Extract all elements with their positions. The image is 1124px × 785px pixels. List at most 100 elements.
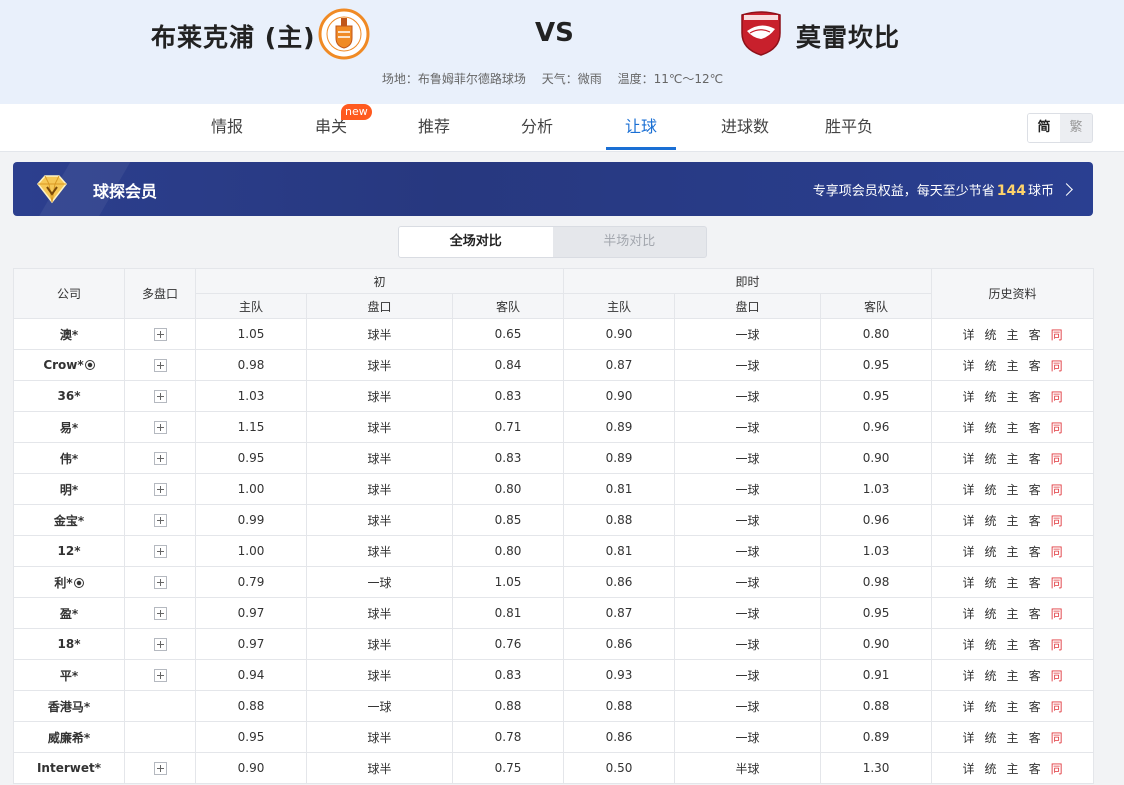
history-home-link[interactable]: 主 <box>1007 481 1019 498</box>
lang-simplified-button[interactable]: 简 <box>1028 114 1060 142</box>
company-name[interactable]: Crow* <box>43 358 83 372</box>
history-stats-link[interactable]: 统 <box>985 326 997 343</box>
history-away-link[interactable]: 客 <box>1029 543 1041 560</box>
history-same-link[interactable]: 同 <box>1051 388 1063 405</box>
history-stats-link[interactable]: 统 <box>985 450 997 467</box>
expand-plus-icon[interactable] <box>153 452 167 465</box>
history-away-link[interactable]: 客 <box>1029 326 1041 343</box>
history-same-link[interactable]: 同 <box>1051 357 1063 374</box>
history-detail-link[interactable]: 详 <box>963 326 975 343</box>
history-detail-link[interactable]: 详 <box>963 543 975 560</box>
tab-goals[interactable]: 进球数 <box>714 104 776 152</box>
history-away-link[interactable]: 客 <box>1029 512 1041 529</box>
history-stats-link[interactable]: 统 <box>985 419 997 436</box>
company-name[interactable]: 香港马* <box>48 700 90 714</box>
company-name[interactable]: 威廉希* <box>48 731 90 745</box>
member-banner[interactable]: 球探会员 专享项会员权益，每天至少节省 144 球币 <box>13 162 1093 216</box>
history-same-link[interactable]: 同 <box>1051 574 1063 591</box>
home-team-name[interactable]: 布莱克浦 (主) <box>151 18 316 54</box>
history-away-link[interactable]: 客 <box>1029 481 1041 498</box>
history-stats-link[interactable]: 统 <box>985 543 997 560</box>
history-stats-link[interactable]: 统 <box>985 667 997 684</box>
company-name[interactable]: 盈* <box>60 607 78 621</box>
history-away-link[interactable]: 客 <box>1029 450 1041 467</box>
history-detail-link[interactable]: 详 <box>963 667 975 684</box>
history-stats-link[interactable]: 统 <box>985 512 997 529</box>
away-team-name[interactable]: 莫雷坎比 <box>796 18 900 54</box>
history-same-link[interactable]: 同 <box>1051 605 1063 622</box>
history-same-link[interactable]: 同 <box>1051 667 1063 684</box>
history-detail-link[interactable]: 详 <box>963 357 975 374</box>
history-same-link[interactable]: 同 <box>1051 636 1063 653</box>
history-detail-link[interactable]: 详 <box>963 512 975 529</box>
company-name[interactable]: Interwet* <box>37 761 101 775</box>
history-home-link[interactable]: 主 <box>1007 760 1019 777</box>
company-name[interactable]: 平* <box>60 669 78 683</box>
company-name[interactable]: 明* <box>60 483 78 497</box>
history-detail-link[interactable]: 详 <box>963 574 975 591</box>
history-detail-link[interactable]: 详 <box>963 605 975 622</box>
tab-1x2[interactable]: 胜平负 <box>818 104 880 152</box>
expand-plus-icon[interactable] <box>153 421 167 434</box>
history-home-link[interactable]: 主 <box>1007 543 1019 560</box>
tab-recommend[interactable]: 推荐 <box>411 104 457 152</box>
expand-plus-icon[interactable] <box>153 638 167 651</box>
history-same-link[interactable]: 同 <box>1051 543 1063 560</box>
company-name[interactable]: 澳* <box>60 328 78 342</box>
history-same-link[interactable]: 同 <box>1051 729 1063 746</box>
tab-analysis[interactable]: 分析 <box>514 104 560 152</box>
history-home-link[interactable]: 主 <box>1007 326 1019 343</box>
history-detail-link[interactable]: 详 <box>963 450 975 467</box>
history-away-link[interactable]: 客 <box>1029 698 1041 715</box>
expand-plus-icon[interactable] <box>153 483 167 496</box>
history-same-link[interactable]: 同 <box>1051 326 1063 343</box>
history-stats-link[interactable]: 统 <box>985 636 997 653</box>
company-name[interactable]: 12* <box>58 544 81 558</box>
expand-plus-icon[interactable] <box>153 762 167 775</box>
company-name[interactable]: 伟* <box>60 452 78 466</box>
company-name[interactable]: 利* <box>54 576 72 590</box>
history-stats-link[interactable]: 统 <box>985 698 997 715</box>
history-detail-link[interactable]: 详 <box>963 419 975 436</box>
tab-intel[interactable]: 情报 <box>204 104 250 152</box>
history-home-link[interactable]: 主 <box>1007 667 1019 684</box>
history-away-link[interactable]: 客 <box>1029 357 1041 374</box>
history-home-link[interactable]: 主 <box>1007 574 1019 591</box>
history-stats-link[interactable]: 统 <box>985 574 997 591</box>
half-match-tab[interactable]: 半场对比 <box>553 227 707 257</box>
history-detail-link[interactable]: 详 <box>963 636 975 653</box>
expand-plus-icon[interactable] <box>153 669 167 682</box>
expand-plus-icon[interactable] <box>153 514 167 527</box>
blackpool-logo-icon[interactable] <box>318 8 370 60</box>
company-name[interactable]: 18* <box>58 637 81 651</box>
history-away-link[interactable]: 客 <box>1029 605 1041 622</box>
history-home-link[interactable]: 主 <box>1007 729 1019 746</box>
history-away-link[interactable]: 客 <box>1029 667 1041 684</box>
history-home-link[interactable]: 主 <box>1007 357 1019 374</box>
expand-plus-icon[interactable] <box>153 359 167 372</box>
history-away-link[interactable]: 客 <box>1029 388 1041 405</box>
full-match-tab[interactable]: 全场对比 <box>399 227 553 257</box>
history-detail-link[interactable]: 详 <box>963 698 975 715</box>
history-away-link[interactable]: 客 <box>1029 419 1041 436</box>
history-stats-link[interactable]: 统 <box>985 388 997 405</box>
history-detail-link[interactable]: 详 <box>963 481 975 498</box>
history-away-link[interactable]: 客 <box>1029 760 1041 777</box>
history-same-link[interactable]: 同 <box>1051 512 1063 529</box>
history-detail-link[interactable]: 详 <box>963 729 975 746</box>
history-stats-link[interactable]: 统 <box>985 481 997 498</box>
history-same-link[interactable]: 同 <box>1051 419 1063 436</box>
tab-handicap[interactable]: 让球 <box>606 104 676 152</box>
history-away-link[interactable]: 客 <box>1029 574 1041 591</box>
history-detail-link[interactable]: 详 <box>963 760 975 777</box>
company-name[interactable]: 金宝* <box>54 514 84 528</box>
history-stats-link[interactable]: 统 <box>985 357 997 374</box>
history-stats-link[interactable]: 统 <box>985 760 997 777</box>
history-home-link[interactable]: 主 <box>1007 698 1019 715</box>
history-home-link[interactable]: 主 <box>1007 605 1019 622</box>
morecambe-logo-icon[interactable] <box>738 9 784 57</box>
history-detail-link[interactable]: 详 <box>963 388 975 405</box>
history-same-link[interactable]: 同 <box>1051 698 1063 715</box>
history-away-link[interactable]: 客 <box>1029 636 1041 653</box>
history-same-link[interactable]: 同 <box>1051 481 1063 498</box>
